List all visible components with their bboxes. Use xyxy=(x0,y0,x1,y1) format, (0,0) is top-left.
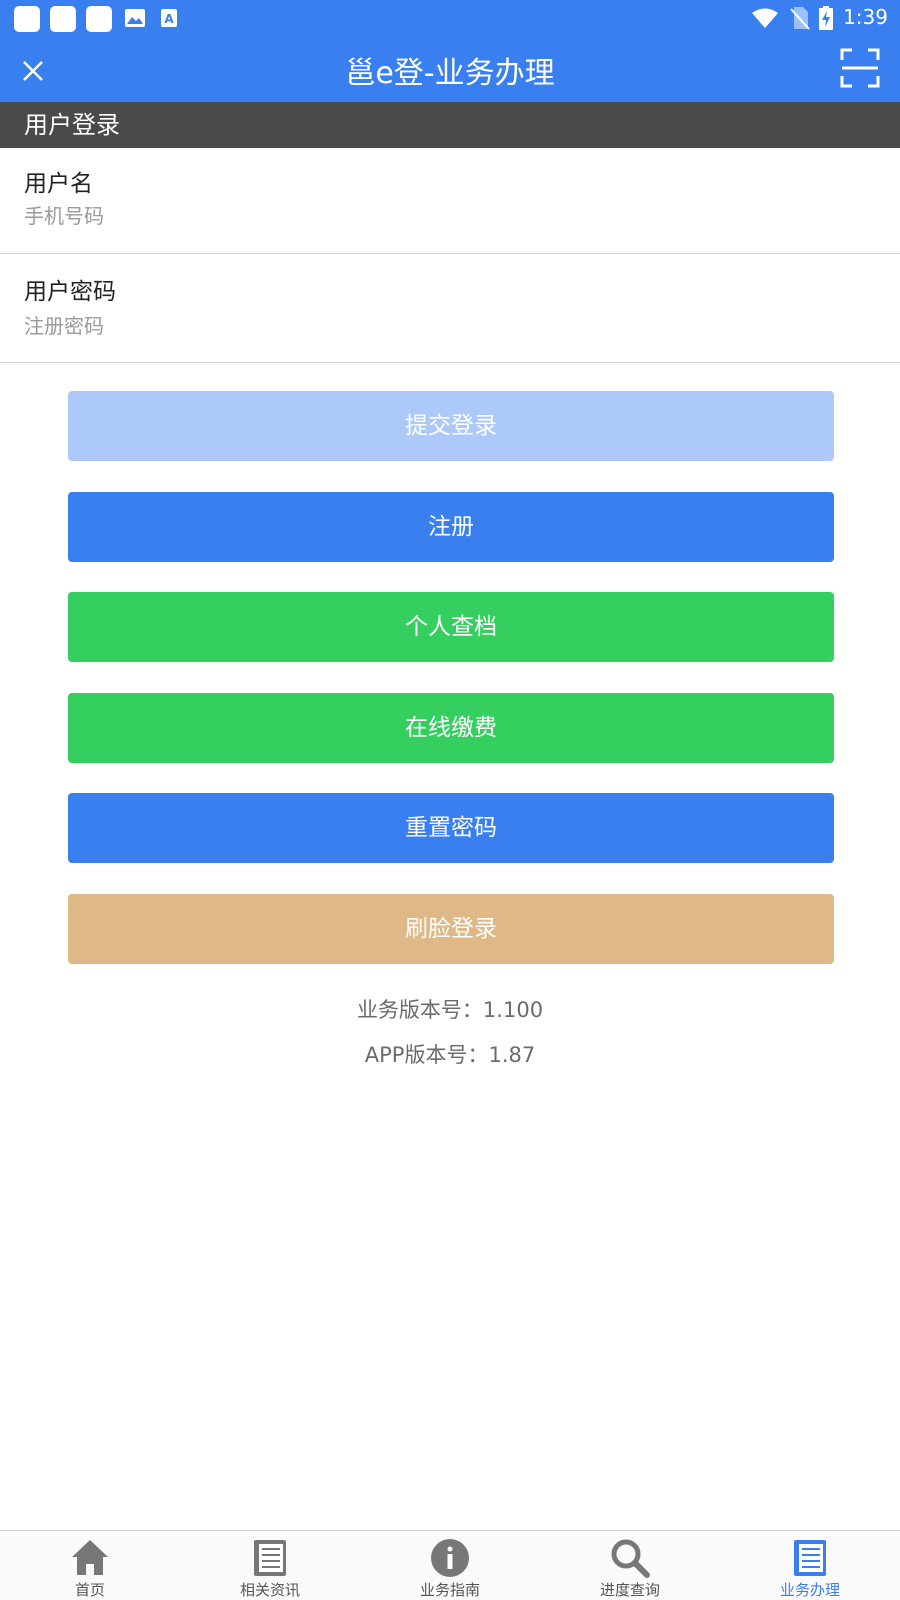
register-button[interactable]: 注册 xyxy=(68,492,834,562)
section-header: 用户登录 xyxy=(0,102,900,148)
username-input[interactable] xyxy=(24,200,844,232)
tab-label: 首页 xyxy=(74,1581,105,1599)
online-payment-button[interactable]: 在线缴费 xyxy=(68,693,834,763)
reset-password-button[interactable]: 重置密码 xyxy=(68,793,834,863)
tab-progress[interactable]: 进度查询 xyxy=(540,1531,720,1600)
bottom-tab-bar: 首页 相关资讯 业务指南 进度查询 业务办理 xyxy=(0,1530,900,1600)
face-login-button[interactable]: 刷脸登录 xyxy=(68,894,834,964)
notification-icon xyxy=(86,6,112,32)
news-icon xyxy=(254,1540,286,1576)
scan-icon[interactable] xyxy=(840,48,880,88)
notification-icon xyxy=(50,6,76,32)
username-label: 用户名 xyxy=(24,171,93,197)
svg-text:A: A xyxy=(164,12,174,26)
tab-label: 业务指南 xyxy=(419,1581,480,1599)
personal-archive-button[interactable]: 个人查档 xyxy=(68,592,834,662)
tab-news[interactable]: 相关资讯 xyxy=(180,1531,360,1600)
search-icon xyxy=(611,1539,650,1578)
no-sim-icon xyxy=(790,7,810,30)
image-icon xyxy=(125,9,145,27)
tab-business[interactable]: 业务办理 xyxy=(720,1531,900,1600)
page-title: 邕e登-业务办理 xyxy=(345,56,555,91)
business-version: 业务版本号：1.100 xyxy=(356,998,544,1022)
tab-home[interactable]: 首页 xyxy=(0,1531,180,1600)
app-bar: 邕e登-业务办理 xyxy=(0,36,900,102)
notification-icon xyxy=(14,6,40,32)
status-bar: A 1:39 xyxy=(0,0,900,36)
password-label: 用户密码 xyxy=(24,279,116,305)
tab-guide[interactable]: 业务指南 xyxy=(360,1531,540,1600)
username-field-row: 用户名 xyxy=(0,148,900,254)
password-field-row: 用户密码 xyxy=(0,254,900,363)
document-icon xyxy=(794,1540,826,1576)
password-input[interactable] xyxy=(24,310,844,342)
tab-label: 进度查询 xyxy=(599,1581,660,1599)
wifi-icon xyxy=(752,8,778,28)
tab-label: 业务办理 xyxy=(779,1581,840,1599)
battery-charging-icon xyxy=(819,6,833,30)
home-icon xyxy=(72,1540,108,1575)
font-icon: A xyxy=(161,9,177,27)
status-time: 1:39 xyxy=(843,5,888,29)
close-icon[interactable] xyxy=(20,58,46,84)
submit-login-button[interactable]: 提交登录 xyxy=(68,391,834,461)
app-version: APP版本号：1.87 xyxy=(364,1043,536,1067)
info-icon xyxy=(431,1539,469,1577)
tab-label: 相关资讯 xyxy=(239,1581,300,1599)
